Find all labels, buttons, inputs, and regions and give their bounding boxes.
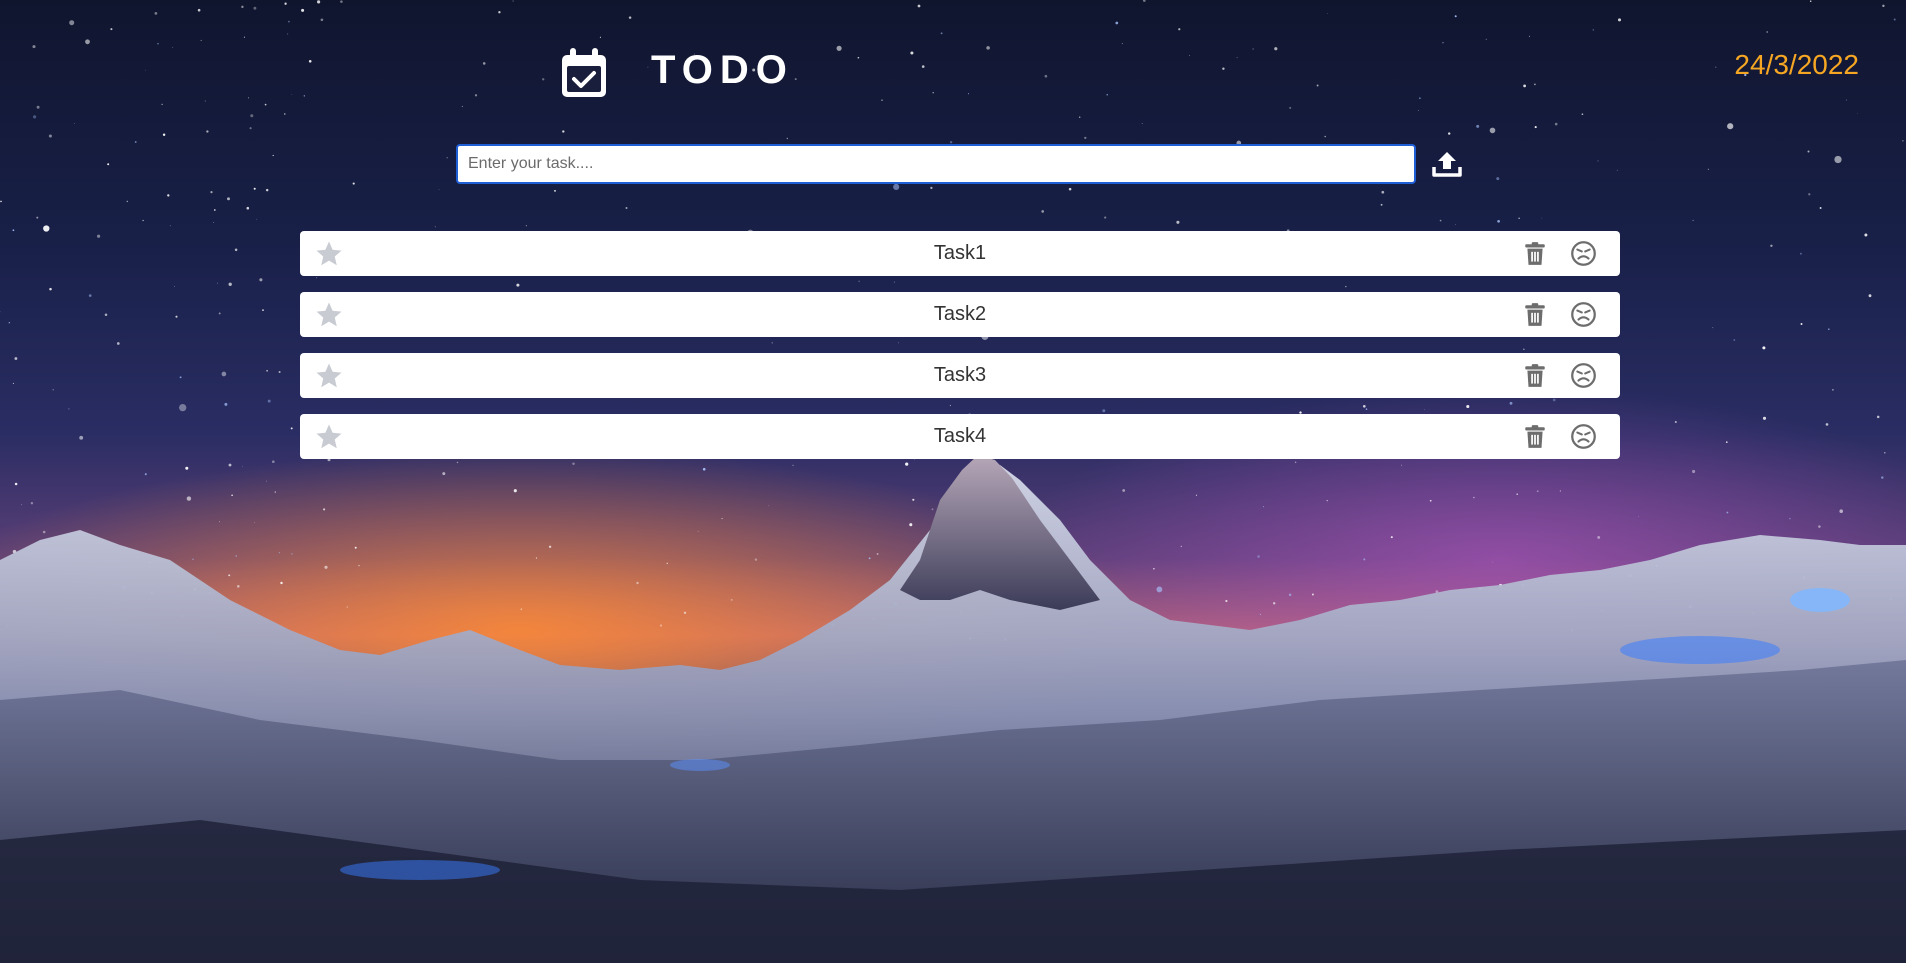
task-item: Task4	[300, 414, 1620, 459]
delete-button[interactable]	[1522, 302, 1548, 328]
todo-app: TODO 24/3/2022 Task1	[0, 0, 1906, 963]
trash-icon	[1525, 425, 1545, 448]
task-item: Task2	[300, 292, 1620, 337]
delete-button[interactable]	[1522, 424, 1548, 450]
current-date: 24/3/2022	[1734, 49, 1859, 80]
calendar-check-icon	[560, 47, 610, 99]
add-task-button[interactable]	[1430, 148, 1464, 180]
task-input[interactable]	[456, 144, 1416, 184]
mood-button[interactable]	[1570, 301, 1597, 328]
trash-icon	[1525, 303, 1545, 326]
task-label: Task4	[933, 425, 987, 447]
task-label: Task3	[933, 364, 987, 386]
task-list: Task1 Task2 Task3 Task4	[300, 231, 1620, 475]
angry-face-icon	[1571, 241, 1596, 266]
mood-button[interactable]	[1570, 240, 1597, 267]
angry-face-icon	[1571, 424, 1596, 449]
delete-button[interactable]	[1522, 241, 1548, 267]
task-label: Task1	[933, 242, 987, 264]
angry-face-icon	[1571, 302, 1596, 327]
mood-button[interactable]	[1570, 423, 1597, 450]
delete-button[interactable]	[1522, 363, 1548, 389]
app-title: TODO	[651, 48, 794, 92]
upload-icon	[1432, 152, 1462, 177]
task-item: Task3	[300, 353, 1620, 398]
trash-icon	[1525, 364, 1545, 387]
mood-button[interactable]	[1570, 362, 1597, 389]
task-item: Task1	[300, 231, 1620, 276]
trash-icon	[1525, 242, 1545, 265]
task-label: Task2	[933, 303, 987, 325]
angry-face-icon	[1571, 363, 1596, 388]
